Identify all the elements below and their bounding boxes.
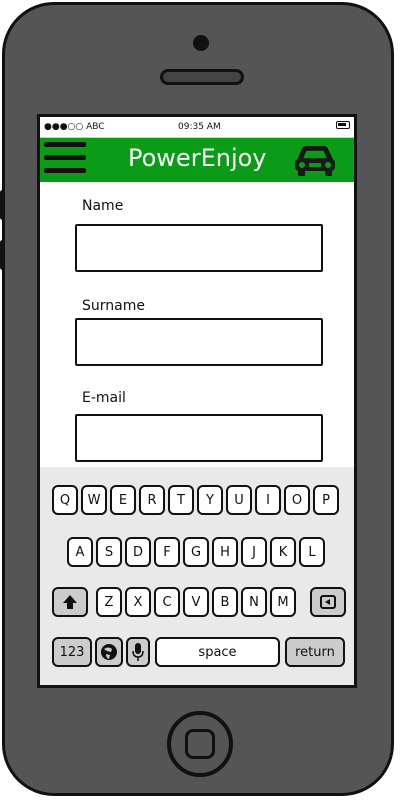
name-label: Name [82,198,124,214]
key-b[interactable]: B [212,587,238,617]
key-t[interactable]: T [168,485,194,515]
camera [193,35,209,51]
key-k[interactable]: K [270,537,296,567]
numbers-key[interactable]: 123 [52,637,92,667]
screen: ●●●○○ ABC 09:35 AM PowerEnjoy Name Surna… [37,114,357,688]
app-bar: PowerEnjoy [40,138,354,182]
email-label: E-mail [82,390,126,406]
return-key[interactable]: return [285,637,345,667]
key-h[interactable]: H [212,537,238,567]
key-s[interactable]: S [96,537,122,567]
microphone-icon [132,643,144,661]
key-w[interactable]: W [81,485,107,515]
shift-key[interactable] [52,587,88,617]
on-screen-keyboard: Q W E R T Y U I O P A S D F G H J K L Z … [40,467,354,685]
key-a[interactable]: A [67,537,93,567]
key-q[interactable]: Q [52,485,78,515]
email-input[interactable] [75,414,323,462]
status-time: 09:35 AM [178,122,221,132]
surname-input[interactable] [75,318,323,366]
shift-arrow-icon [63,595,77,609]
speaker [160,69,244,85]
key-y[interactable]: Y [197,485,223,515]
microphone-key[interactable] [126,637,150,667]
key-v[interactable]: V [183,587,209,617]
globe-key[interactable] [95,637,123,667]
status-bar: ●●●○○ ABC 09:35 AM [40,117,354,138]
key-x[interactable]: X [125,587,151,617]
home-button-square-icon [185,729,215,759]
key-r[interactable]: R [139,485,165,515]
car-icon [295,146,335,176]
backspace-key[interactable] [310,587,346,617]
key-j[interactable]: J [241,537,267,567]
key-p[interactable]: P [313,485,339,515]
surname-label: Surname [82,298,145,314]
hamburger-menu-icon[interactable] [44,142,86,178]
battery-icon [336,121,350,129]
key-z[interactable]: Z [96,587,122,617]
key-n[interactable]: N [241,587,267,617]
key-o[interactable]: O [284,485,310,515]
key-u[interactable]: U [226,485,252,515]
home-button[interactable] [167,711,233,777]
key-i[interactable]: I [255,485,281,515]
key-f[interactable]: F [154,537,180,567]
globe-icon [101,644,117,660]
name-input[interactable] [75,224,323,272]
space-key[interactable]: space [155,637,280,667]
backspace-icon [320,595,336,609]
volume-down-button[interactable] [0,240,5,270]
key-l[interactable]: L [299,537,325,567]
key-g[interactable]: G [183,537,209,567]
volume-up-button[interactable] [0,190,5,220]
key-c[interactable]: C [154,587,180,617]
key-d[interactable]: D [125,537,151,567]
carrier-signal: ●●●○○ ABC [44,122,105,132]
key-m[interactable]: M [270,587,296,617]
app-title: PowerEnjoy [128,144,267,172]
key-e[interactable]: E [110,485,136,515]
